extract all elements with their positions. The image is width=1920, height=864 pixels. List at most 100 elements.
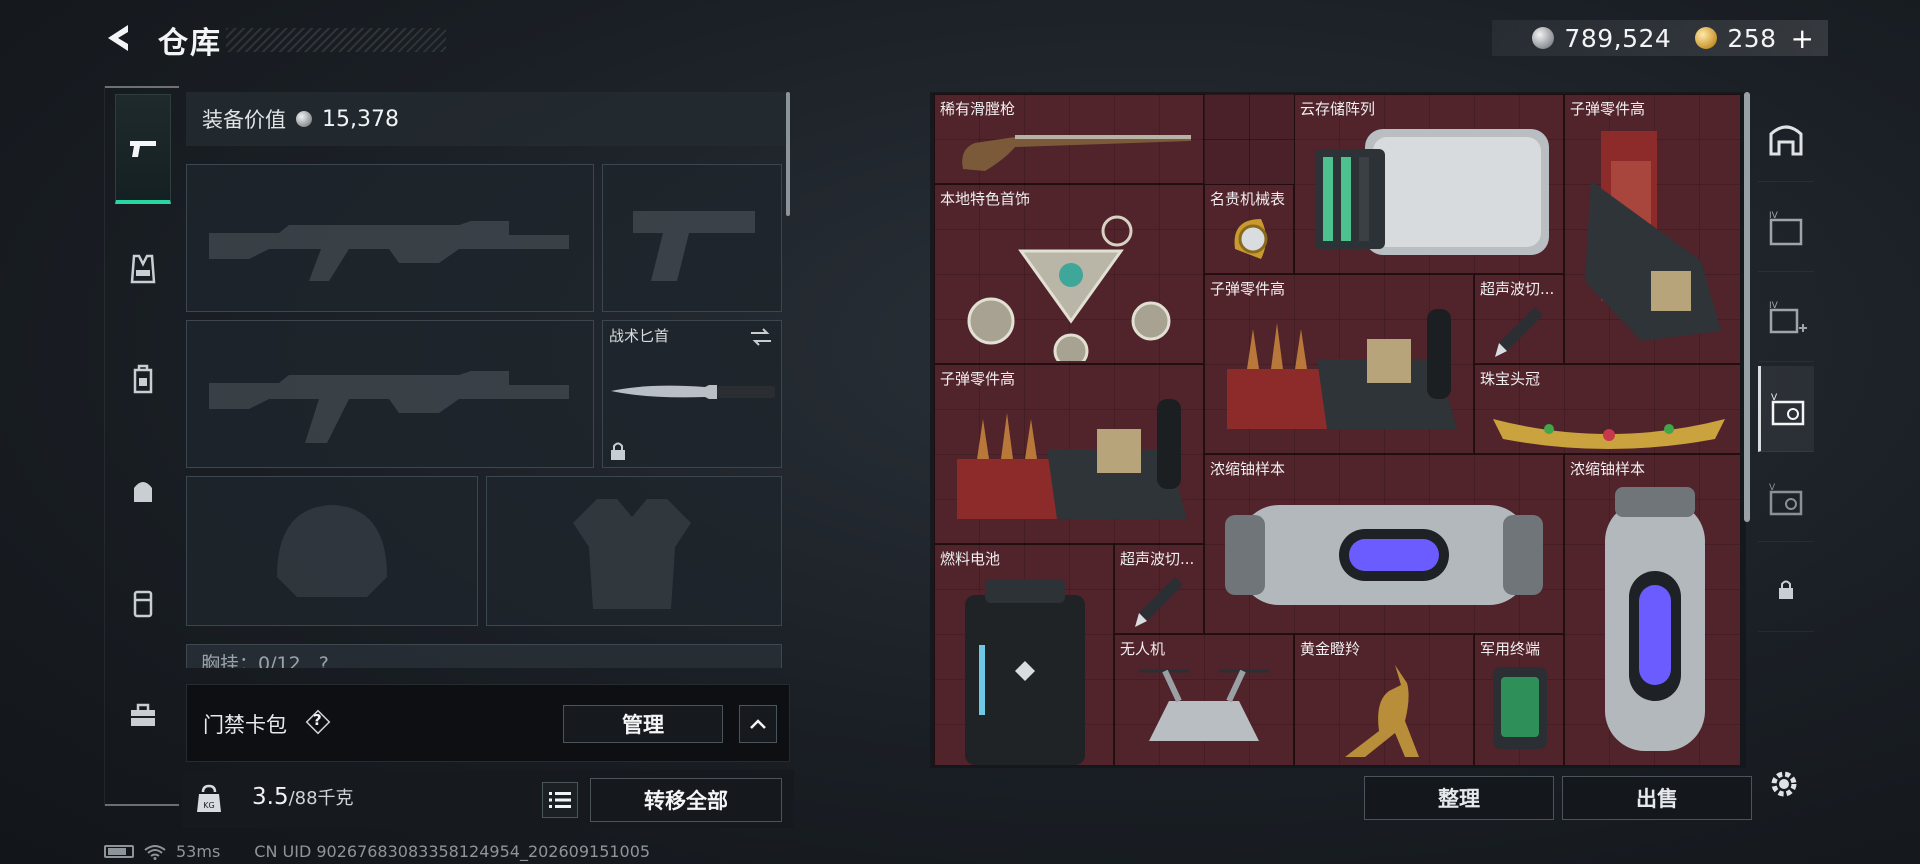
- settings-button[interactable]: [1762, 762, 1806, 806]
- item-fuel-cell[interactable]: 燃料电池: [934, 544, 1114, 766]
- silver-coin-icon: [1532, 27, 1555, 49]
- item-ammo-parts[interactable]: 子弹零件高: [1204, 274, 1474, 454]
- item-name: 无人机: [1120, 640, 1166, 658]
- item-ammo-parts[interactable]: 子弹零件高: [1564, 94, 1740, 364]
- category-container[interactable]: [115, 548, 171, 658]
- storage-tab-2[interactable]: IV: [1758, 186, 1814, 272]
- item-enriched-uranium-sample[interactable]: 浓缩铀样本: [1204, 454, 1564, 634]
- category-rail: [104, 86, 179, 806]
- secondary-weapon-slot[interactable]: [186, 320, 594, 468]
- status-bar: 53ms CN UID 9026768308335812495​4_202609…: [104, 842, 650, 861]
- item-cloud-storage-array[interactable]: 云存储阵列: [1294, 94, 1564, 274]
- item-ammo-parts[interactable]: 子弹零件高: [934, 364, 1204, 544]
- category-backpack[interactable]: [115, 324, 171, 434]
- tactical-knife-icon: [611, 385, 775, 399]
- pistol-icon: [130, 140, 156, 157]
- storage-case-plus-icon: IV: [1769, 301, 1807, 333]
- armor-placeholder-icon: [573, 499, 691, 609]
- gear-icon: [1771, 771, 1797, 797]
- equipment-scrollbar[interactable]: [786, 92, 790, 216]
- storage-tab-locked[interactable]: [1758, 546, 1814, 632]
- chest-rig-label: 胸挂：0/12: [201, 653, 301, 668]
- canister-icon: [133, 590, 153, 618]
- category-armor[interactable]: [115, 214, 171, 324]
- list-view-button[interactable]: [542, 782, 578, 818]
- ping-text: 53ms: [176, 842, 221, 861]
- add-currency-button[interactable]: +: [1791, 22, 1814, 55]
- gold-balance: 258: [1727, 23, 1777, 53]
- pistol-placeholder-icon: [633, 211, 755, 281]
- backpack-icon: [133, 364, 153, 394]
- item-name: 浓缩铀样本: [1570, 460, 1646, 478]
- card-pack-help-button[interactable]: ?: [305, 709, 331, 735]
- lock-icon: [1779, 580, 1793, 599]
- item-name: 子弹零件高: [1570, 100, 1646, 118]
- category-helmet[interactable]: [115, 436, 171, 546]
- max-weight: /88千克: [288, 788, 354, 809]
- item-ultrasonic-cutter[interactable]: 超声波切...: [1114, 544, 1204, 634]
- item-name: 燃料电池: [940, 550, 1001, 568]
- ammo-crate-icon: [957, 399, 1187, 519]
- ammo-crate-icon: [1227, 309, 1457, 429]
- title-decoration: [226, 28, 446, 52]
- storage-case-icon: V: [1769, 483, 1803, 515]
- item-jewel-tiara[interactable]: 珠宝头冠: [1474, 364, 1740, 454]
- collapse-button[interactable]: [739, 705, 777, 743]
- gold-coin-icon: [1695, 27, 1718, 49]
- back-button[interactable]: [100, 18, 140, 58]
- item-luxury-watch[interactable]: 名贵机械表: [1204, 184, 1294, 274]
- storage-tab-main[interactable]: [1758, 96, 1814, 182]
- lock-icon: [611, 442, 625, 460]
- drone-icon: [1139, 669, 1269, 741]
- item-name: 超声波切...: [1480, 280, 1555, 298]
- sort-button[interactable]: 整理: [1364, 776, 1554, 820]
- silver-coin-icon: [296, 111, 312, 127]
- item-name: 军用终端: [1480, 640, 1541, 658]
- swap-icon[interactable]: [749, 327, 773, 347]
- helmet-pack-icon: [134, 482, 152, 502]
- list-icon: [549, 792, 571, 808]
- chest-rig-help-icon[interactable]: ?: [319, 653, 329, 668]
- wifi-icon: [144, 844, 166, 860]
- svg-text:IV: IV: [1769, 301, 1779, 311]
- toolbox-icon: [131, 703, 155, 726]
- category-toolbox[interactable]: [115, 660, 171, 770]
- tiara-icon: [1493, 419, 1725, 449]
- manage-button[interactable]: 管理: [563, 705, 723, 743]
- server-array-icon: [1315, 129, 1549, 255]
- storage-tab-4[interactable]: V: [1758, 366, 1814, 452]
- ammo-crate-icon: [1585, 131, 1721, 341]
- category-weapons[interactable]: [115, 94, 171, 204]
- currency-bar: 789,524 258 +: [1492, 20, 1828, 56]
- battery-icon: [104, 845, 134, 858]
- item-name: 子弹零件高: [1210, 280, 1286, 298]
- chest-rig-row[interactable]: 胸挂：0/12 ?: [186, 644, 782, 668]
- carry-weight: 3.5/88千克: [252, 784, 354, 810]
- terminal-icon: [1493, 667, 1547, 749]
- item-ultrasonic-cutter[interactable]: 超声波切...: [1474, 274, 1564, 364]
- jewelry-icon: [967, 215, 1171, 361]
- item-name: 名贵机械表: [1210, 190, 1286, 208]
- item-enriched-uranium-sample[interactable]: 浓缩铀样本: [1564, 454, 1740, 766]
- item-golden-gazelle[interactable]: 黄金瞪羚: [1294, 634, 1474, 766]
- gazelle-statue-icon: [1345, 665, 1419, 757]
- item-drone[interactable]: 无人机: [1114, 634, 1294, 766]
- equipment-value: 15,378: [322, 106, 399, 132]
- item-local-jewelry[interactable]: 本地特色首饰: [934, 184, 1204, 364]
- primary-weapon-slot[interactable]: [186, 164, 594, 312]
- body-armor-slot[interactable]: [486, 476, 782, 626]
- sell-button[interactable]: 出售: [1562, 776, 1752, 820]
- item-military-terminal[interactable]: 军用终端: [1474, 634, 1564, 766]
- item-rare-musket[interactable]: 稀有滑膛枪: [934, 94, 1204, 184]
- helmet-slot[interactable]: [186, 476, 478, 626]
- item-name: 子弹零件高: [940, 370, 1016, 388]
- storage-tab-3[interactable]: IV: [1758, 276, 1814, 362]
- storage-scrollbar[interactable]: [1744, 92, 1750, 522]
- svg-text:V: V: [1769, 483, 1776, 493]
- sidearm-slot[interactable]: [602, 164, 782, 312]
- knife-slot[interactable]: 战术匕首: [602, 320, 782, 468]
- musket-icon: [962, 135, 1191, 171]
- storage-tab-5[interactable]: V: [1758, 456, 1814, 542]
- transfer-all-button[interactable]: 转移全部: [590, 778, 782, 822]
- silver-balance: 789,524: [1564, 23, 1672, 53]
